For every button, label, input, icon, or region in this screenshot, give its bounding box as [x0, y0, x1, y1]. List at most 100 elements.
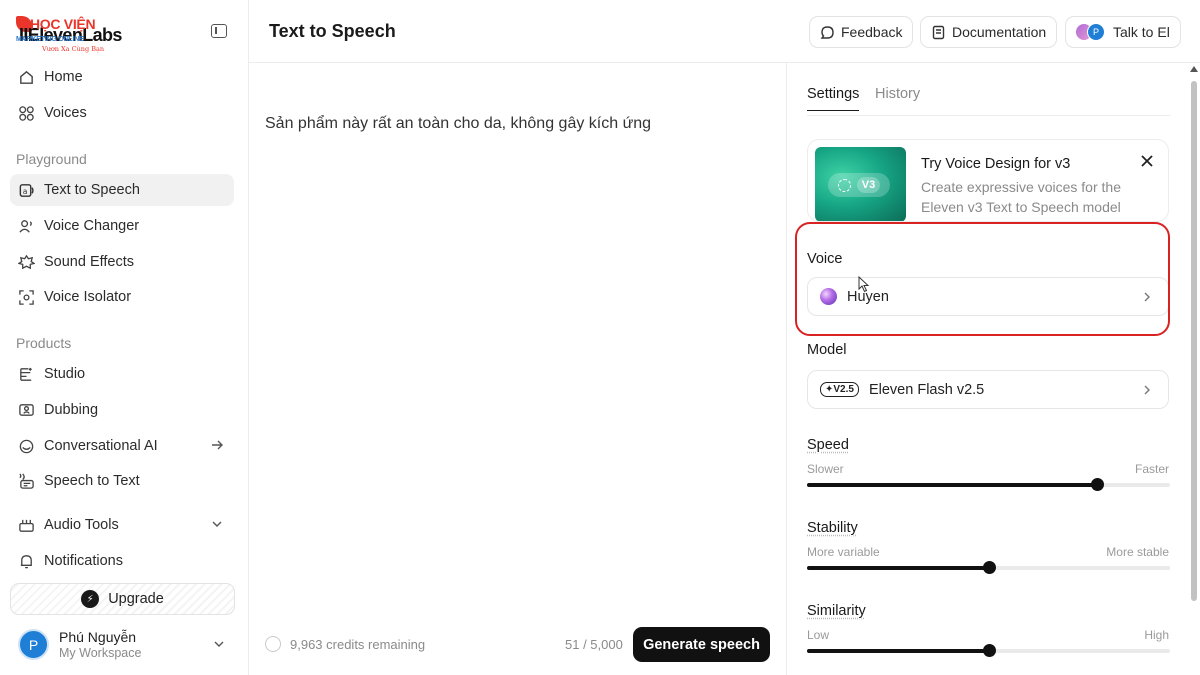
loading-dash-icon: [837, 178, 851, 192]
sidebar-item-dubbing[interactable]: Dubbing: [10, 394, 234, 426]
model-value: Eleven Flash v2.5: [868, 381, 985, 398]
text-editor[interactable]: Sản phẩm này rất an toàn cho da, không g…: [249, 63, 786, 675]
dubbing-icon: [17, 401, 35, 419]
svg-text:a: a: [22, 186, 27, 195]
talk-to-el-button[interactable]: P Talk to El: [1065, 16, 1181, 48]
documentation-label: Documentation: [952, 24, 1047, 40]
sound-effects-icon: [17, 253, 35, 271]
upgrade-label: Upgrade: [108, 591, 164, 607]
sidebar-item-label: Voice Changer: [44, 218, 140, 234]
sidebar-item-voice-changer[interactable]: Voice Changer: [10, 210, 234, 242]
promo-pill: V3: [828, 173, 890, 197]
sidebar-item-studio[interactable]: Studio: [10, 358, 234, 390]
sidebar-item-voice-isolator[interactable]: Voice Isolator: [10, 281, 234, 313]
voices-icon: [17, 104, 35, 122]
model-select[interactable]: ✦V2.5 Eleven Flash v2.5: [807, 370, 1169, 409]
chevron-right-icon: [1144, 385, 1150, 395]
feedback-label: Feedback: [841, 24, 903, 40]
stability-slider-thumb[interactable]: [982, 561, 996, 574]
logo[interactable]: IIElevenLabs HỌC VIỆN MARKETING ONLINE V…: [12, 12, 237, 53]
sidebar-item-home[interactable]: Home: [10, 61, 234, 93]
arrow-right-icon: [212, 440, 223, 450]
voice-changer-icon: [17, 217, 35, 235]
sidebar: IIElevenLabs HỌC VIỆN MARKETING ONLINE V…: [0, 0, 249, 675]
sidebar-item-label: Conversational AI: [44, 438, 158, 454]
mouse-cursor-icon: [858, 276, 870, 293]
sidebar-item-label: Text to Speech: [44, 182, 140, 198]
credits-info: 9,963 credits remaining: [265, 636, 425, 652]
talk-avatars: P: [1076, 23, 1106, 41]
avatar: P: [18, 629, 49, 660]
speed-slider-thumb[interactable]: [1091, 478, 1105, 491]
similarity-slider-fill: [807, 649, 989, 653]
v3-badge: V3: [856, 177, 881, 193]
sidebar-item-conversational-ai[interactable]: Conversational AI: [10, 430, 234, 462]
promo-title: Try Voice Design for v3: [921, 156, 1071, 172]
sidebar-item-label: Notifications: [44, 553, 123, 569]
sidebar-item-voices[interactable]: Voices: [10, 97, 234, 129]
model-label: Model: [807, 342, 847, 358]
similarity-label: Similarity: [807, 603, 866, 619]
watermark-tagline: Vươn Xa Cùng Bạn: [42, 45, 105, 53]
header: Text to Speech Feedback Documentation P …: [249, 0, 1200, 63]
speed-max-label: Faster: [1134, 462, 1169, 476]
sidebar-collapse-icon[interactable]: [211, 24, 227, 38]
close-icon[interactable]: [1140, 154, 1154, 168]
settings-tabs: Settings History: [807, 85, 1170, 116]
sidebar-item-speech-to-text[interactable]: Speech to Text: [10, 465, 234, 497]
stability-slider[interactable]: [807, 561, 1170, 574]
sidebar-item-label: Speech to Text: [44, 473, 140, 489]
studio-icon: [17, 365, 35, 383]
home-icon: [17, 68, 35, 86]
sidebar-item-sound-effects[interactable]: Sound Effects: [10, 246, 234, 278]
generate-speech-button[interactable]: Generate speech: [633, 627, 770, 662]
tab-history[interactable]: History: [875, 86, 920, 102]
voice-highlight-annotation: [795, 222, 1170, 336]
credits-label: 9,963 credits remaining: [290, 636, 426, 652]
speed-min-label: Slower: [807, 462, 844, 476]
credits-ring-icon: [265, 636, 281, 652]
similarity-min-label: Low: [807, 628, 830, 642]
conversational-ai-icon: [17, 437, 35, 455]
voice-isolator-icon: [17, 288, 35, 306]
speed-slider-fill: [807, 483, 1098, 487]
lightning-icon: ⚡: [81, 590, 100, 608]
stability-label: Stability: [807, 520, 858, 536]
workspace-name: My Workspace: [59, 646, 142, 660]
audio-tools-icon: [17, 516, 35, 534]
settings-panel: Settings History V3 Try Voice Design for…: [786, 63, 1188, 675]
chat-bubble-icon: [820, 25, 834, 39]
sidebar-item-text-to-speech[interactable]: a Text to Speech: [10, 174, 234, 206]
scrollbar-thumb[interactable]: [1191, 81, 1197, 601]
settings-scrollbar[interactable]: [1188, 63, 1200, 675]
tab-settings[interactable]: Settings: [807, 86, 860, 111]
scroll-up-icon[interactable]: [1190, 66, 1198, 72]
upgrade-button[interactable]: ⚡ Upgrade: [10, 583, 235, 615]
editor-text[interactable]: Sản phẩm này rất an toàn cho da, không g…: [265, 115, 651, 133]
watermark-subtitle: MARKETING ONLINE: [16, 36, 84, 43]
sidebar-item-label: Voice Isolator: [44, 289, 132, 305]
documentation-button[interactable]: Documentation: [920, 16, 1058, 48]
user-menu[interactable]: P Phú Nguyễn My Workspace: [18, 627, 230, 663]
character-count: 51 / 5,000: [565, 637, 623, 652]
book-icon: [932, 25, 945, 39]
promo-description: Create expressive voices for the Eleven …: [921, 179, 1121, 215]
section-label-products: Products: [16, 335, 72, 351]
watermark-title: HỌC VIỆN: [30, 16, 96, 32]
page-title: Text to Speech: [269, 21, 396, 41]
speed-slider[interactable]: [807, 478, 1170, 491]
sidebar-item-audio-tools[interactable]: Audio Tools: [10, 509, 234, 541]
sidebar-item-label: Audio Tools: [44, 517, 119, 533]
promo-thumbnail: V3: [815, 147, 906, 221]
user-name: Phú Nguyễn: [59, 629, 137, 645]
feedback-button[interactable]: Feedback: [809, 16, 914, 48]
similarity-slider[interactable]: [807, 644, 1170, 657]
similarity-slider-thumb[interactable]: [982, 644, 996, 657]
chevron-down-icon: [212, 521, 222, 527]
sidebar-item-label: Studio: [44, 366, 86, 382]
bell-icon: [17, 552, 35, 570]
sidebar-item-label: Voices: [44, 105, 87, 121]
voice-design-promo[interactable]: V3 Try Voice Design for v3 Create expres…: [807, 139, 1169, 222]
stability-max-label: More stable: [1106, 545, 1169, 559]
sidebar-item-notifications[interactable]: Notifications: [10, 545, 234, 577]
